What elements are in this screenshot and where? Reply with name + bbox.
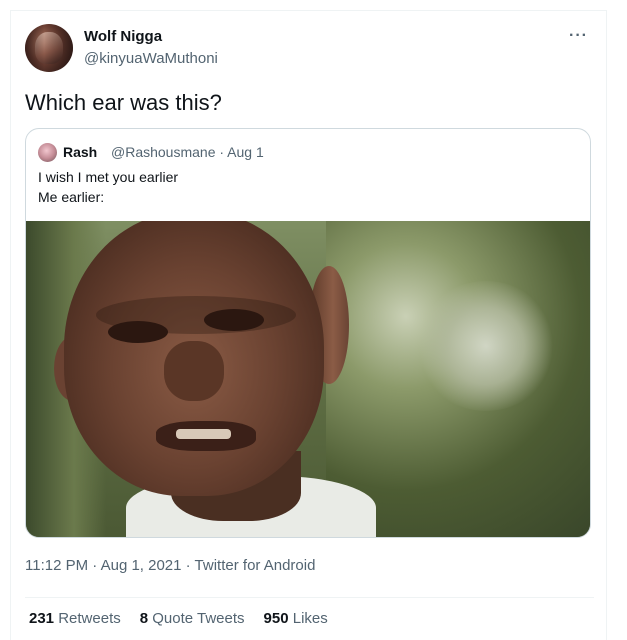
quoted-author-handle-date[interactable]: @Rashousmane · Aug 1 (111, 144, 264, 160)
likes-stat[interactable]: 950 Likes (264, 610, 328, 627)
quote-tweets-stat[interactable]: 8 Quote Tweets (140, 610, 245, 627)
user-avatar[interactable] (25, 24, 73, 72)
tweet-timestamp[interactable]: 11:12 PM · Aug 1, 2021 · Twitter for And… (25, 557, 315, 574)
tweet-text: Which ear was this? (25, 90, 222, 115)
quoted-tweet-text-line: Me earlier: (38, 189, 105, 205)
author-handle[interactable]: @kinyuaWaMuthoni (84, 50, 218, 67)
author-display-name[interactable]: Wolf Nigga (84, 28, 162, 45)
retweets-stat[interactable]: 231 Retweets (29, 610, 121, 627)
retweets-label: Retweets (58, 610, 121, 627)
quoted-tweet[interactable]: Rash @Rashousmane · Aug 1 I wish I met y… (25, 128, 591, 538)
quoted-user-avatar[interactable] (38, 143, 57, 162)
divider (25, 597, 594, 598)
tweet-stats: 231 Retweets 8 Quote Tweets 950 Likes (29, 610, 347, 627)
quoted-tweet-photo[interactable] (26, 221, 590, 537)
quoted-author-name[interactable]: Rash (63, 144, 97, 160)
likes-label: Likes (292, 610, 328, 627)
likes-count: 950 (263, 610, 289, 627)
tweet-card: Wolf Nigga @kinyuaWaMuthoni ··· Which ea… (10, 10, 607, 640)
more-horizontal-icon[interactable]: ··· (569, 27, 588, 45)
retweets-count: 231 (29, 610, 55, 627)
quoted-tweet-text-line: I wish I met you earlier (38, 169, 179, 185)
quote-tweets-count: 8 (139, 610, 149, 627)
quote-tweets-label: Quote Tweets (152, 610, 245, 627)
